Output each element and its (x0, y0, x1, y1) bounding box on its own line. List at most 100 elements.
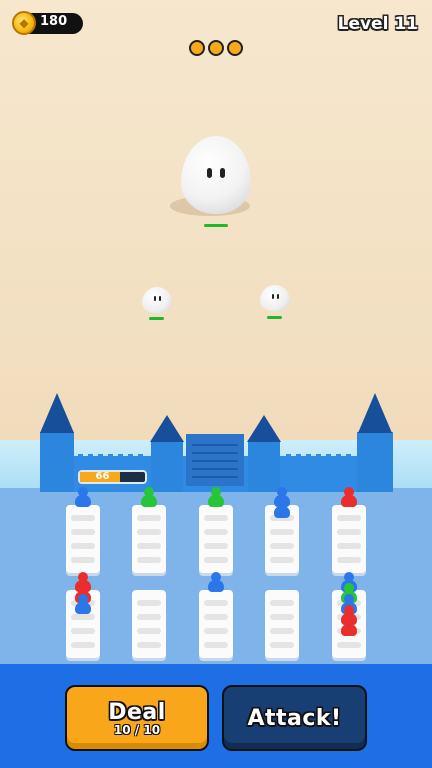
crenel (138, 454, 143, 459)
crenel (316, 454, 321, 459)
slot-stripe (71, 557, 95, 563)
unit-head (211, 487, 221, 497)
red-soldier-unit[interactable] (340, 487, 358, 509)
deal-button[interactable]: Deal 10 / 10 (65, 685, 209, 751)
crenel (286, 454, 291, 459)
slot-stripe (137, 628, 161, 634)
crenel (326, 454, 331, 459)
blue-soldier-unit[interactable] (207, 572, 225, 594)
slot-stripe (137, 600, 161, 606)
eye (272, 294, 274, 299)
wave-dot (208, 40, 224, 56)
eye (220, 168, 225, 178)
red-soldier-unit[interactable] (340, 616, 358, 638)
blue-soldier-unit[interactable] (74, 487, 92, 509)
unit-slot[interactable] (132, 505, 166, 573)
minion-enemy (260, 285, 290, 311)
green-soldier-unit[interactable] (207, 487, 225, 509)
tower-roof (247, 415, 281, 442)
crenel (108, 454, 113, 459)
attack-button[interactable]: Attack! (222, 685, 367, 751)
deal-count: 10 / 10 (113, 722, 161, 737)
gate-step (192, 476, 238, 478)
eye (277, 294, 279, 299)
crenel (98, 454, 103, 459)
slot-stripe (137, 543, 161, 549)
slot-stripe (337, 515, 361, 521)
deal-button-label: Deal (108, 699, 166, 725)
slot-stripe (270, 543, 294, 549)
unit-head (344, 583, 354, 593)
slot-stripe (204, 628, 228, 634)
crenel (88, 454, 93, 459)
unit-slot[interactable] (66, 505, 100, 573)
slot-stripe (71, 529, 95, 535)
gate-step (192, 444, 238, 446)
tower-roof (150, 415, 184, 442)
unit-head (277, 498, 287, 508)
slot-stripe (270, 557, 294, 563)
unit-slot[interactable] (332, 505, 366, 573)
slot-stripe (337, 543, 361, 549)
slot-stripe (204, 529, 228, 535)
blue-soldier-unit[interactable] (74, 594, 92, 616)
game-screen: ◆ 180 Level 11 66 Deal 10 / 10 Attack! (0, 0, 432, 768)
slot-stripe (71, 642, 95, 648)
unit-head (277, 487, 287, 497)
slot-stripe (71, 628, 95, 634)
slot-stripe (204, 614, 228, 620)
crenel (296, 454, 301, 459)
castle-tower (248, 441, 280, 492)
unit-head (78, 594, 88, 604)
castle-tower (357, 432, 393, 492)
minion-health-bar (267, 316, 282, 319)
unit-head (78, 487, 88, 497)
unit-head (344, 487, 354, 497)
coin-icon: ◆ (12, 11, 36, 35)
tower-roof (358, 393, 392, 433)
castle-tower (151, 441, 183, 492)
slot-stripe (137, 515, 161, 521)
slot-stripe (137, 614, 161, 620)
crenel (78, 454, 83, 459)
unit-slot[interactable] (265, 590, 299, 658)
slot-stripe (71, 543, 95, 549)
minion-enemy (142, 287, 172, 313)
slot-stripe (204, 642, 228, 648)
unit-head (78, 572, 88, 582)
unit-head (344, 572, 354, 582)
slot-stripe (204, 543, 228, 549)
gate-step (192, 468, 238, 470)
unit-slot[interactable] (199, 505, 233, 573)
unit-head (144, 487, 154, 497)
crenel (336, 454, 341, 459)
attack-button-label: Attack! (247, 705, 342, 731)
slot-stripe (270, 628, 294, 634)
blue-soldier-unit[interactable] (273, 498, 291, 520)
castle-gate (186, 434, 244, 486)
slot-stripe (204, 600, 228, 606)
slot-stripe (71, 515, 95, 521)
slot-stripe (137, 557, 161, 563)
slot-stripe (270, 529, 294, 535)
coin-amount: 180 (40, 14, 68, 29)
slot-stripe (270, 600, 294, 606)
tower-roof (40, 393, 74, 433)
fortress-health-value: 66 (95, 471, 110, 482)
wave-dot (189, 40, 205, 56)
slot-stripe (137, 642, 161, 648)
crenel (346, 454, 351, 459)
eye (154, 296, 156, 301)
unit-slot[interactable] (199, 590, 233, 658)
slot-stripe (337, 529, 361, 535)
slot-stripe (204, 515, 228, 521)
eye (207, 168, 212, 178)
unit-head (344, 616, 354, 626)
wave-progress (189, 40, 245, 58)
unit-slot[interactable] (132, 590, 166, 658)
gate-step (192, 460, 238, 462)
level-label: Level 11 (337, 14, 418, 34)
slot-stripe (204, 557, 228, 563)
green-soldier-unit[interactable] (140, 487, 158, 509)
slot-stripe (337, 642, 361, 648)
